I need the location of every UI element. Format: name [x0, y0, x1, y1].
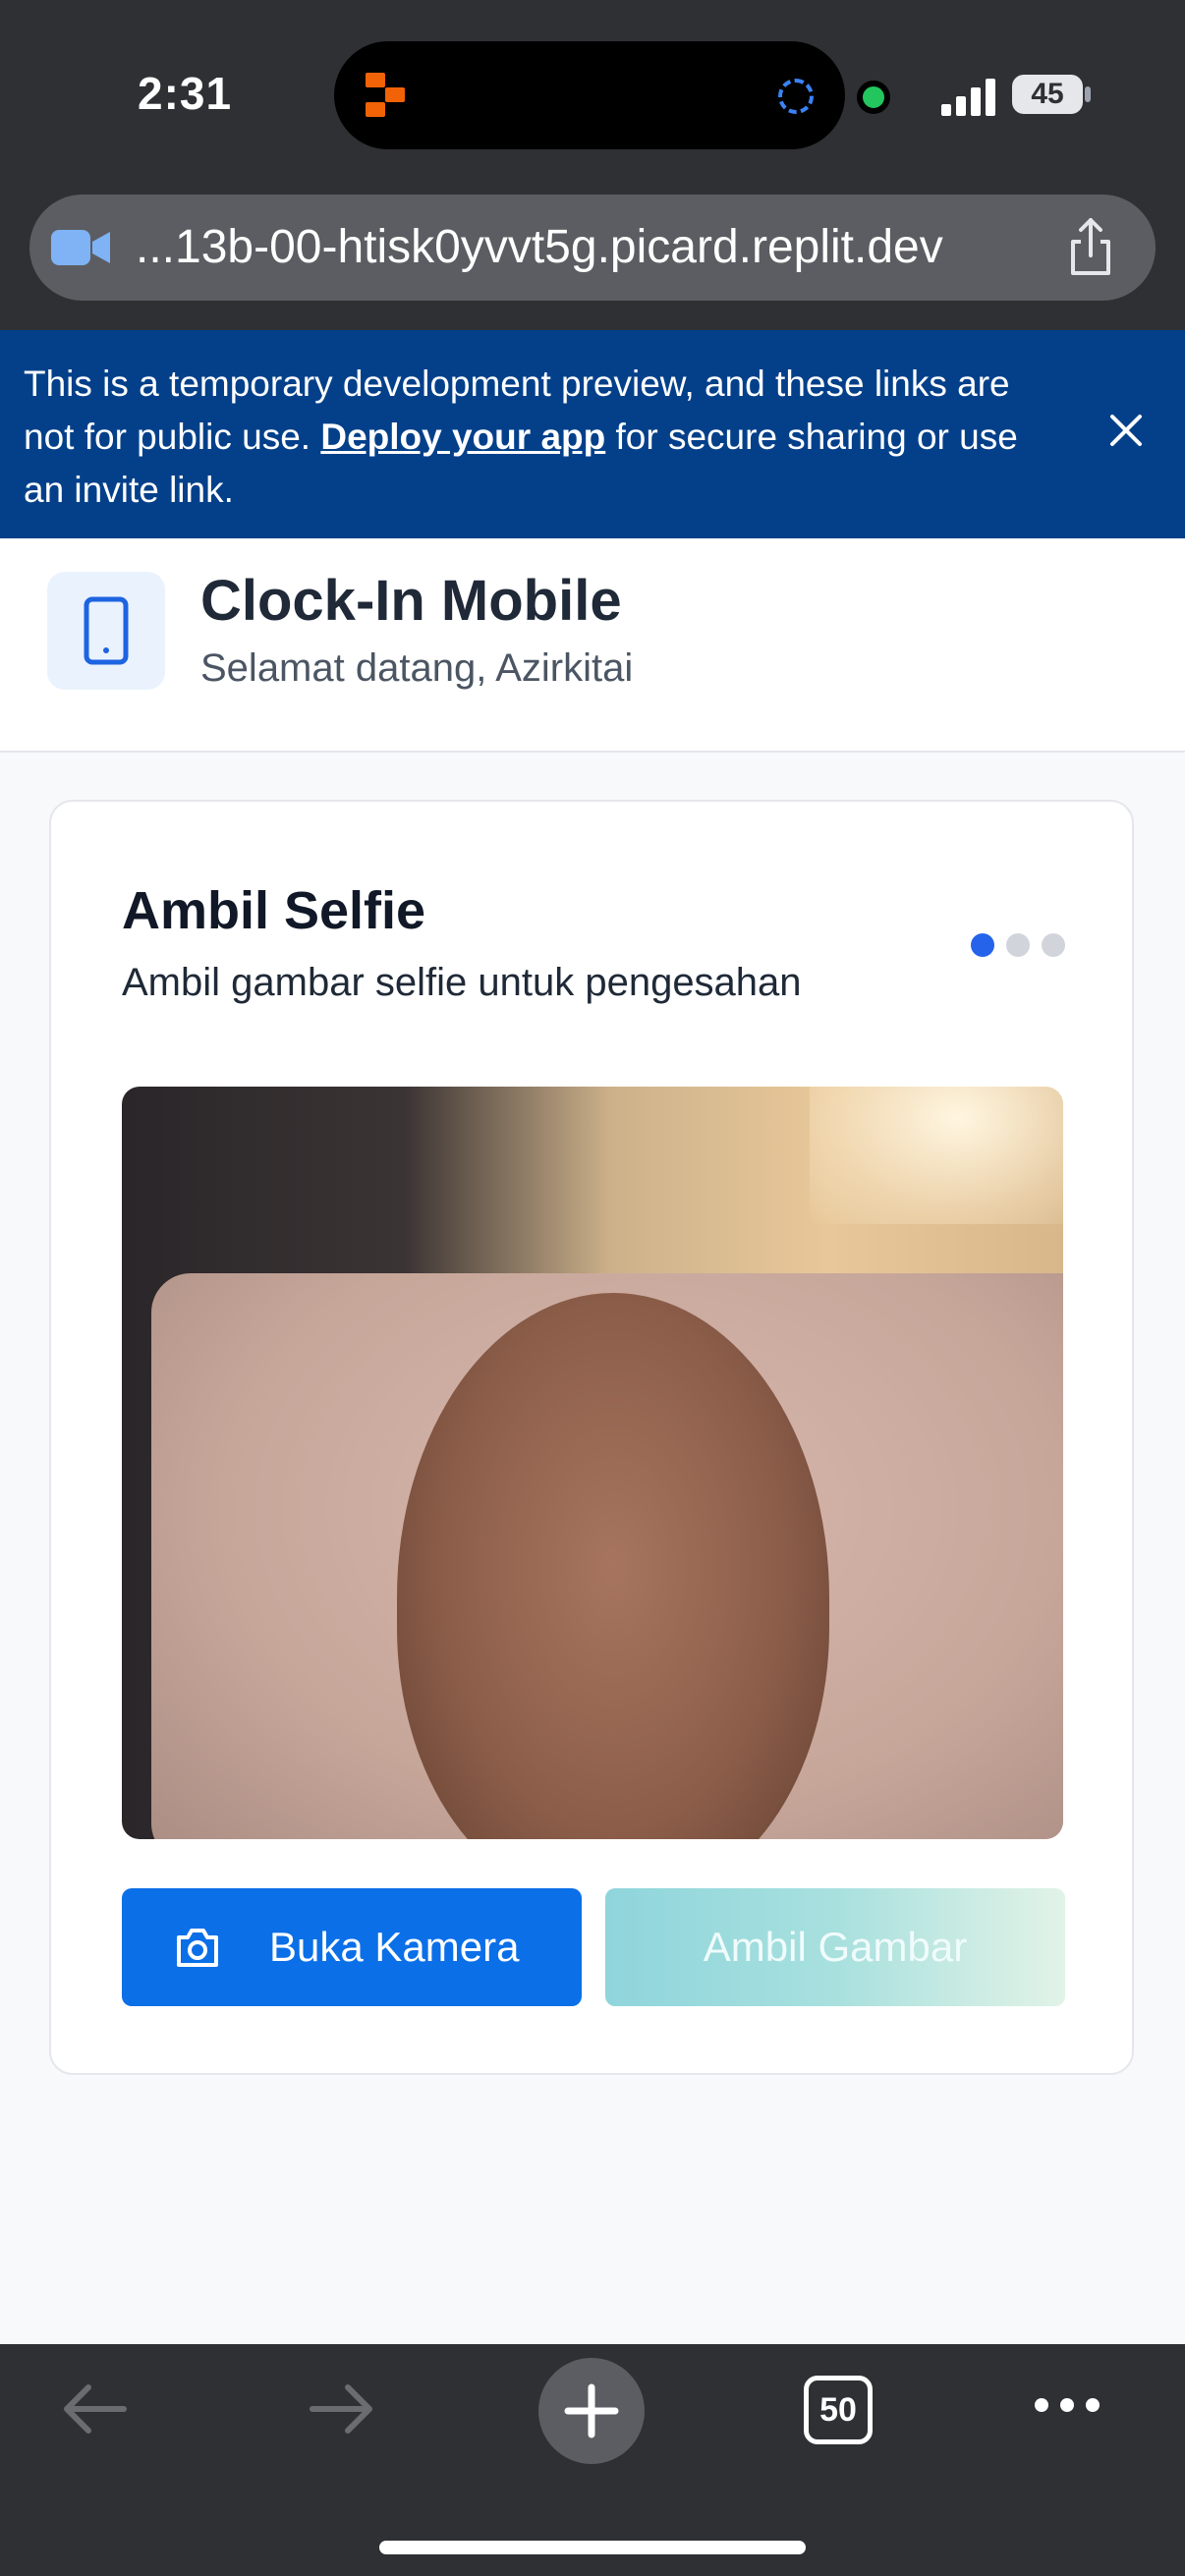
selfie-card: Ambil Selfie Ambil gambar selfie untuk p…	[49, 800, 1134, 2075]
smartphone-icon	[84, 596, 129, 665]
status-time: 2:31	[138, 68, 233, 119]
banner-message: This is a temporary development preview,…	[24, 358, 1055, 517]
share-icon[interactable]	[1059, 216, 1122, 279]
app-header: Clock-In Mobile Selamat datang, Azirkita…	[0, 538, 1185, 753]
plus-icon	[564, 2383, 619, 2438]
close-icon[interactable]	[1104, 409, 1148, 452]
step-dot-2	[1006, 933, 1030, 957]
url-text[interactable]: ...13b-00-htisk0yvvt5g.picard.replit.dev	[136, 218, 943, 277]
new-tab-button[interactable]	[538, 2358, 645, 2464]
video-camera-icon[interactable]	[51, 226, 112, 269]
step-indicator	[971, 933, 1077, 957]
step-dot-3	[1042, 933, 1065, 957]
activity-ring-icon	[778, 79, 814, 114]
browser-top-chrome: 2:31 45 ...13b-00-htisk0yvvt5g.picard.re…	[0, 0, 1185, 330]
more-options-icon[interactable]	[1032, 2393, 1102, 2417]
camera-preview	[122, 1087, 1063, 1839]
app-icon-container	[47, 572, 165, 690]
deploy-app-link[interactable]: Deploy your app	[320, 417, 605, 457]
dev-preview-banner: This is a temporary development preview,…	[0, 330, 1185, 538]
step-dot-1	[971, 933, 994, 957]
preview-lamp-glow	[810, 1087, 1063, 1224]
welcome-text: Selamat datang, Azirkitai	[200, 646, 634, 690]
address-bar[interactable]: ...13b-00-htisk0yvvt5g.picard.replit.dev	[29, 195, 1156, 301]
forward-arrow-icon[interactable]	[307, 2380, 377, 2438]
camera-in-use-indicator	[857, 81, 890, 114]
capture-photo-button[interactable]: Ambil Gambar	[605, 1888, 1065, 2006]
replit-logo-icon	[366, 73, 405, 117]
battery-cap	[1085, 86, 1091, 102]
open-camera-button[interactable]: Buka Kamera	[122, 1888, 582, 2006]
camera-icon	[177, 1929, 218, 1967]
signal-icon	[941, 79, 995, 116]
dynamic-island	[334, 41, 845, 149]
card-subtitle: Ambil gambar selfie untuk pengesahan	[122, 961, 802, 1004]
battery-level: 45	[1012, 75, 1083, 114]
tab-switcher-button[interactable]: 50	[804, 2376, 873, 2444]
open-camera-label: Buka Kamera	[269, 1924, 520, 1970]
card-title: Ambil Selfie	[122, 881, 426, 940]
home-indicator	[379, 2541, 806, 2554]
back-arrow-icon[interactable]	[59, 2380, 130, 2438]
page-title: Clock-In Mobile	[200, 569, 622, 633]
